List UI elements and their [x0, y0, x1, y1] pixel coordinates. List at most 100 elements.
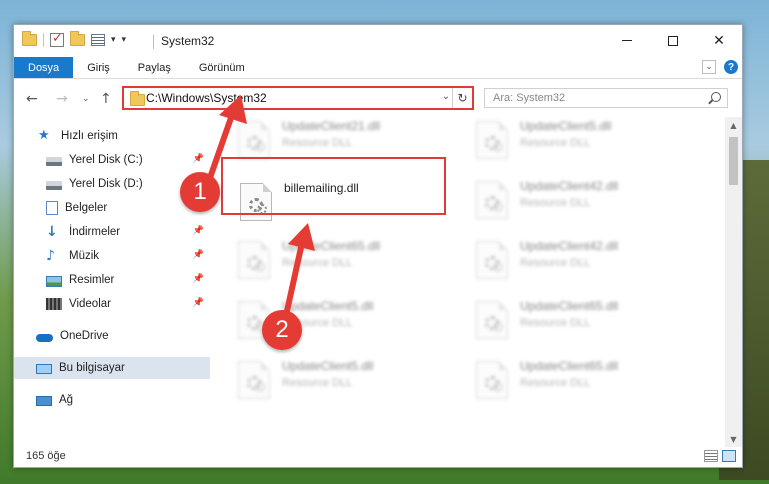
- tab-share[interactable]: Paylaş: [124, 57, 185, 78]
- download-icon: ↓: [46, 224, 58, 240]
- maximize-icon: [668, 35, 678, 46]
- dll-file-icon: [476, 241, 508, 279]
- document-icon: [46, 201, 58, 215]
- sidebar-item-label: İndirmeler: [69, 226, 121, 238]
- pin-icon[interactable]: 📌: [193, 250, 204, 260]
- close-button[interactable]: ✕: [696, 25, 742, 56]
- vertical-scrollbar[interactable]: ▲ ▼: [725, 117, 742, 447]
- star-icon: ★: [38, 128, 50, 143]
- chevron-down-icon[interactable]: ⌄: [442, 91, 450, 102]
- sidebar-item-videos[interactable]: Videolar 📌: [14, 293, 210, 315]
- sidebar-item-label: Belgeler: [65, 202, 108, 214]
- sidebar-item-label: Yerel Disk (C:): [69, 154, 143, 166]
- file-type: Resource DLL: [520, 377, 591, 389]
- file-item[interactable]: UpdateClient65.dll Resource DLL: [234, 237, 454, 287]
- file-item[interactable]: UpdateClient5.dll Resource DLL: [472, 117, 692, 167]
- ribbon-tabs: Dosya Giriş Paylaş Görünüm ⌄ ?: [14, 57, 742, 79]
- cloud-icon: [36, 334, 53, 342]
- file-name: UpdateClient65.dll: [282, 239, 381, 253]
- search-input[interactable]: Ara: System32: [484, 88, 728, 108]
- callout-badge-1: 1: [180, 172, 220, 212]
- dll-file-icon: [238, 361, 270, 399]
- disk-icon: [46, 157, 62, 166]
- callout-badge-2: 2: [262, 310, 302, 350]
- new-folder-icon[interactable]: [70, 31, 85, 46]
- up-arrow-icon[interactable]: ↑: [100, 91, 112, 107]
- tab-home[interactable]: Giriş: [73, 57, 124, 78]
- pin-icon[interactable]: 📌: [193, 154, 204, 164]
- dll-file-icon: [476, 361, 508, 399]
- file-name: UpdateClient42.dll: [520, 179, 619, 193]
- status-bar: 165 öğe: [14, 447, 742, 467]
- file-item[interactable]: UpdateClient42.dll Resource DLL: [472, 177, 692, 227]
- file-type: Resource DLL: [282, 137, 353, 149]
- file-name: UpdateClient65.dll: [520, 359, 619, 373]
- file-type: Resource DLL: [520, 317, 591, 329]
- file-highlight-box: [221, 157, 446, 215]
- divider: [153, 35, 154, 49]
- details-view-icon[interactable]: [704, 450, 718, 462]
- tab-file[interactable]: Dosya: [14, 57, 74, 78]
- search-icon[interactable]: [711, 92, 721, 102]
- sidebar-item-documents[interactable]: Belgeler 📌: [14, 197, 210, 219]
- scrollbar-thumb[interactable]: [729, 137, 738, 185]
- file-type: Resource DLL: [520, 137, 591, 149]
- back-arrow-icon[interactable]: ←: [26, 91, 38, 107]
- folder-icon: [22, 31, 37, 46]
- forward-arrow-icon[interactable]: →: [56, 91, 68, 107]
- file-name: UpdateClient21.dll: [282, 119, 381, 133]
- pin-icon[interactable]: 📌: [193, 226, 204, 236]
- file-item[interactable]: UpdateClient65.dll Resource DLL: [472, 357, 692, 407]
- dll-file-icon: [476, 181, 508, 219]
- help-icon[interactable]: ?: [724, 60, 738, 74]
- file-type: Resource DLL: [520, 197, 591, 209]
- window-title: System32: [161, 34, 215, 48]
- maximize-button[interactable]: [650, 25, 696, 56]
- dll-file-icon: [238, 121, 270, 159]
- quick-access-toolbar: ▾ ▾: [22, 31, 127, 47]
- file-item[interactable]: UpdateClient42.dll Resource DLL: [472, 237, 692, 287]
- address-bar[interactable]: C:\Windows\System32 ⌄ ↻: [122, 86, 474, 110]
- scroll-up-icon[interactable]: ▲: [725, 117, 742, 133]
- sidebar-item-label: Yerel Disk (D:): [69, 178, 143, 190]
- view-buttons: [704, 450, 736, 462]
- pin-icon[interactable]: 📌: [193, 298, 204, 308]
- properties-icon[interactable]: [91, 34, 105, 46]
- properties-check-icon[interactable]: [50, 31, 64, 47]
- sidebar-item-this-pc[interactable]: Bu bilgisayar: [14, 357, 210, 379]
- minimize-button[interactable]: [604, 25, 650, 56]
- pin-icon[interactable]: 📌: [193, 274, 204, 284]
- file-item[interactable]: UpdateClient65.dll Resource DLL: [472, 297, 692, 347]
- minimize-icon: [622, 40, 632, 41]
- sidebar-item-network[interactable]: Ağ: [14, 389, 210, 411]
- address-path[interactable]: C:\Windows\System32: [146, 91, 267, 105]
- recent-locations-icon[interactable]: ⌄: [82, 94, 90, 104]
- video-icon: [46, 298, 62, 310]
- refresh-icon[interactable]: ↻: [452, 88, 472, 108]
- close-icon: ✕: [713, 32, 725, 49]
- sidebar-item-pictures[interactable]: Resimler 📌: [14, 269, 210, 291]
- sidebar-item-downloads[interactable]: ↓ İndirmeler 📌: [14, 221, 210, 243]
- customize-toolbar-icon[interactable]: ▾: [122, 35, 127, 45]
- expand-ribbon-icon[interactable]: ⌄: [702, 60, 716, 74]
- disk-icon: [46, 181, 62, 190]
- sidebar-item-onedrive[interactable]: OneDrive: [14, 325, 210, 347]
- file-item[interactable]: UpdateClient5.dll Resource DLL: [234, 357, 454, 407]
- file-name: UpdateClient5.dll: [520, 119, 612, 133]
- scroll-down-icon[interactable]: ▼: [725, 431, 742, 447]
- sidebar-item-local-disk-c[interactable]: Yerel Disk (C:) 📌: [14, 149, 210, 171]
- sidebar-item-label: Hızlı erişim: [61, 130, 118, 142]
- dll-file-icon: [476, 301, 508, 339]
- file-name: UpdateClient65.dll: [520, 299, 619, 313]
- item-count: 165 öğe: [26, 450, 66, 462]
- sidebar-item-quick-access[interactable]: ★ Hızlı erişim: [14, 125, 210, 147]
- sidebar-item-label: Ağ: [59, 394, 74, 406]
- title-bar: ▾ ▾ System32 ✕: [14, 25, 742, 57]
- chevron-down-icon[interactable]: ▾: [111, 35, 116, 45]
- sidebar-item-music[interactable]: ♪ Müzik 📌: [14, 245, 210, 267]
- sidebar-item-label: Resimler: [69, 274, 115, 286]
- tab-view[interactable]: Görünüm: [185, 57, 259, 78]
- window-controls: ✕: [604, 25, 742, 56]
- music-icon: ♪: [46, 248, 55, 264]
- large-icons-view-icon[interactable]: [722, 450, 736, 462]
